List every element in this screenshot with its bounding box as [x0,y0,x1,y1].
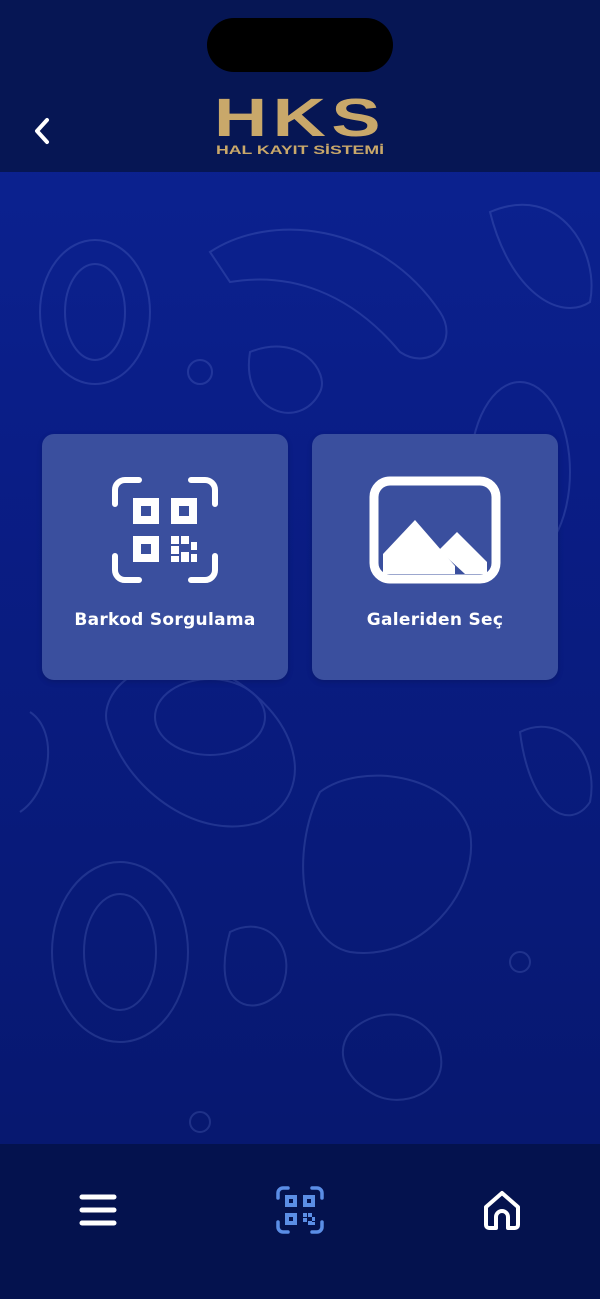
barcode-query-label: Barkod Sorgulama [74,610,256,630]
qr-scan-icon [276,1186,324,1234]
logo-subtitle: HAL KAYIT SİSTEMİ [216,142,384,157]
nav-menu-button[interactable] [70,1182,126,1238]
select-from-gallery-button[interactable]: Galeriden Seç [312,434,558,680]
select-from-gallery-label: Galeriden Seç [366,610,504,630]
chevron-left-icon [35,118,49,144]
back-button[interactable] [22,110,62,152]
barcode-query-button[interactable]: Barkod Sorgulama [42,434,288,680]
logo-title: HKS [214,88,386,148]
nav-qr-scan-button[interactable] [272,1182,328,1238]
hks-logo: HKS HAL KAYIT SİSTEMİ [214,88,386,157]
app-screen: HKS HAL KAYIT SİSTEMİ Barkod Sorgulama G… [0,0,600,1299]
gallery-image-icon [369,476,501,584]
camera-notch [207,18,393,72]
menu-icon [79,1194,117,1226]
bottom-navigation [0,1144,600,1299]
app-header: HKS HAL KAYIT SİSTEMİ [0,0,600,172]
qr-code-icon [112,477,218,583]
nav-home-button[interactable] [474,1182,530,1238]
home-icon [484,1191,520,1230]
